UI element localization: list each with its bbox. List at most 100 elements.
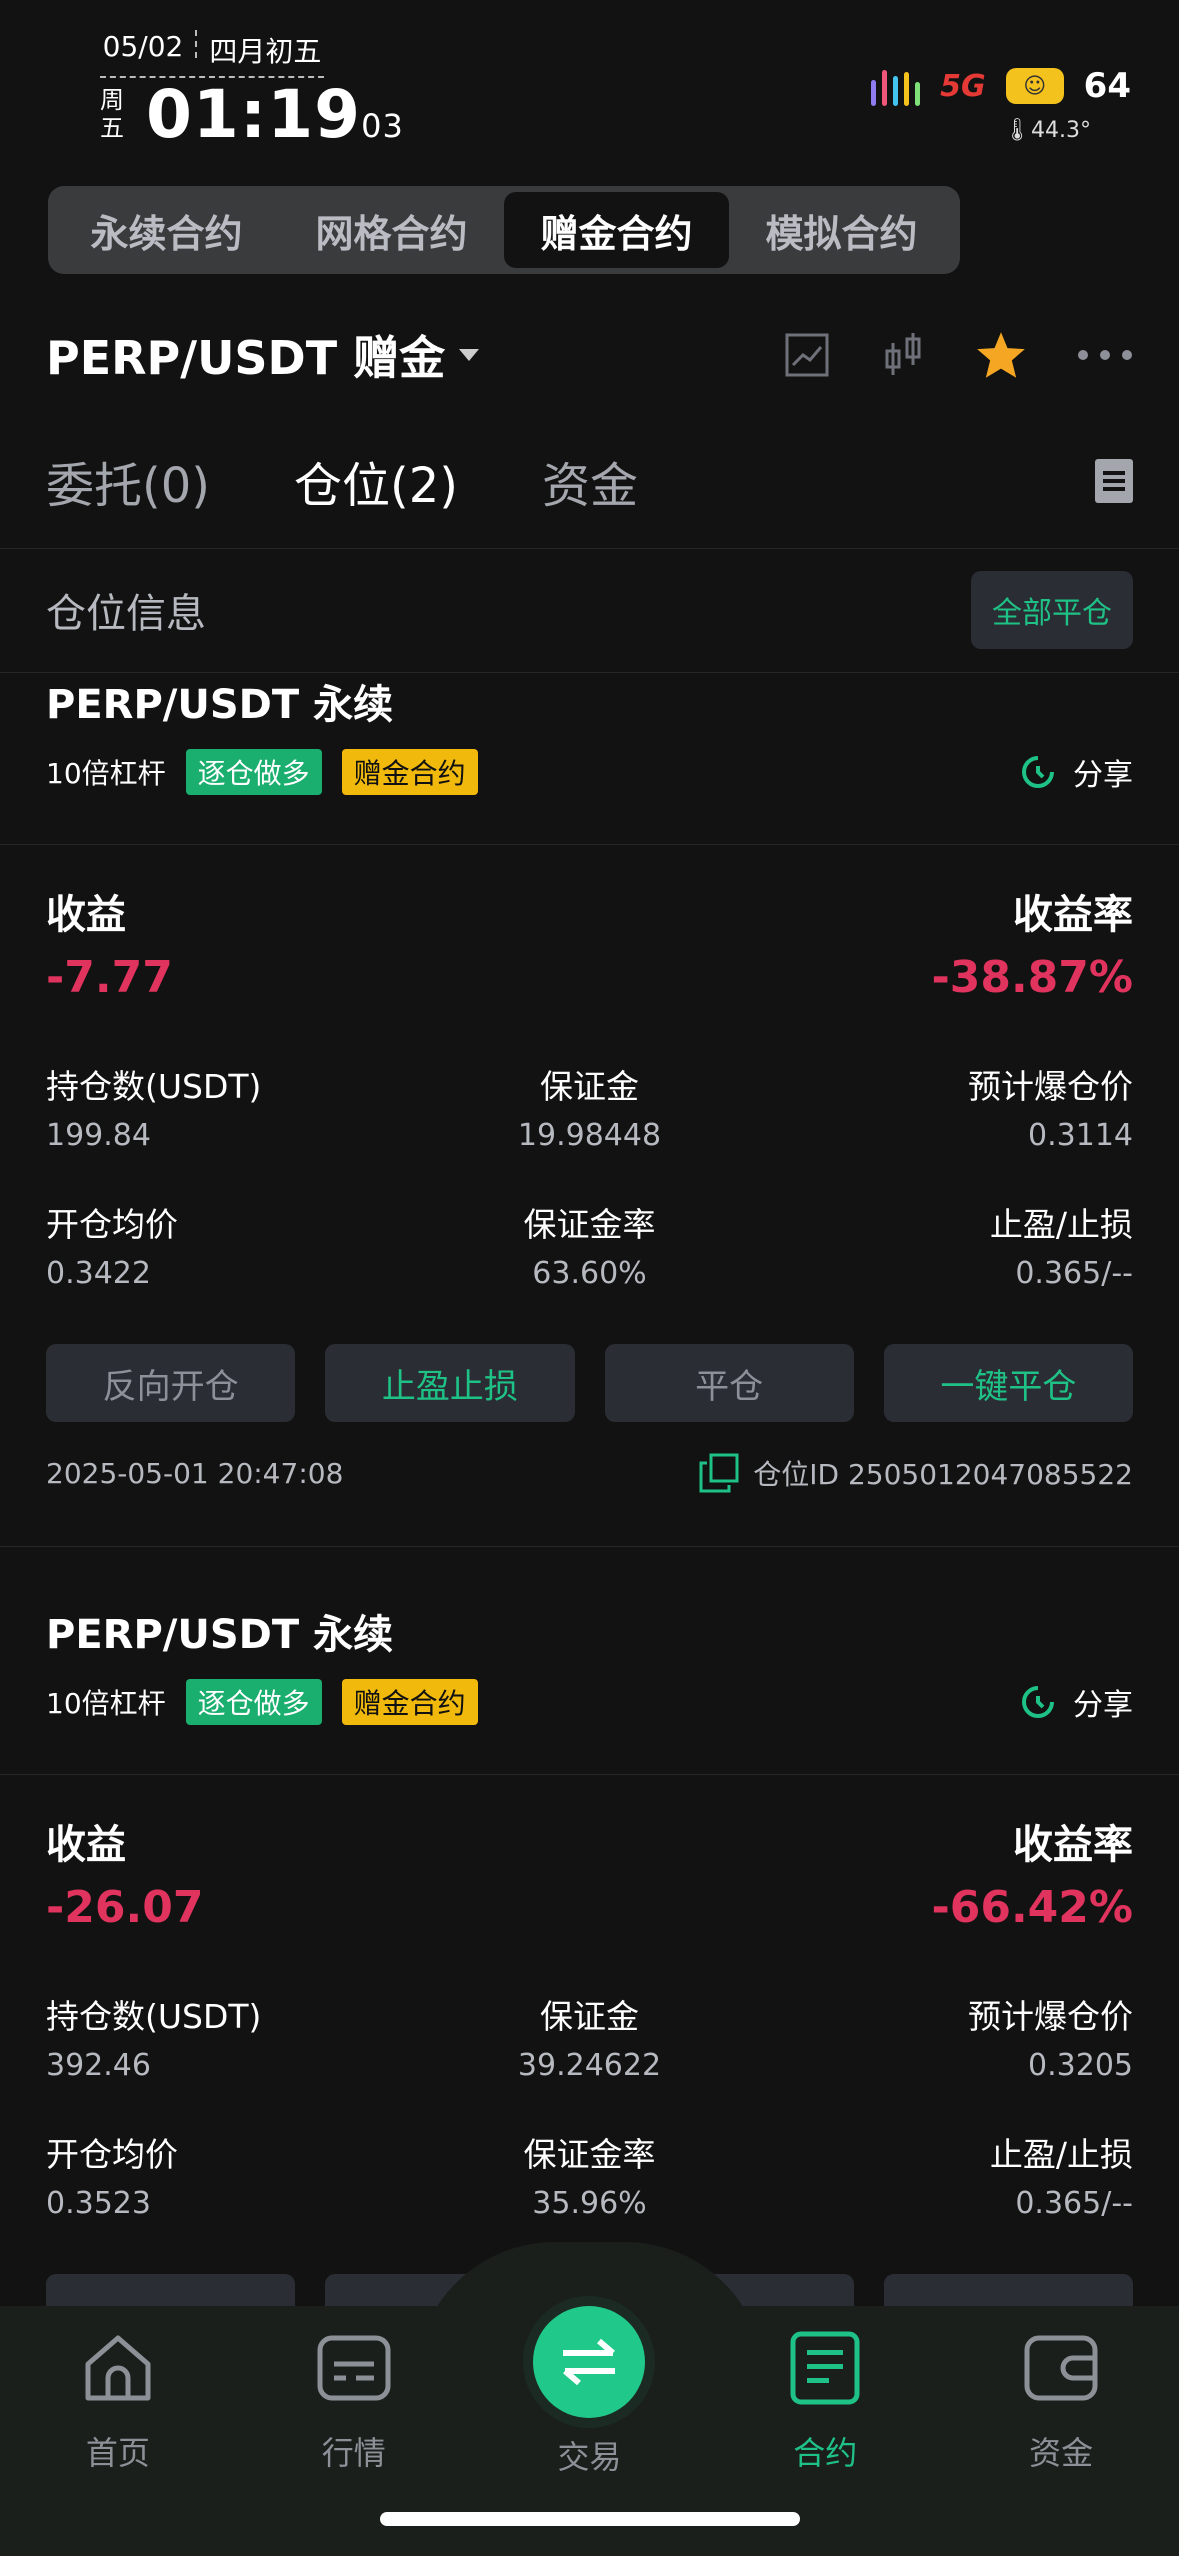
chevron-down-icon[interactable] <box>459 349 480 361</box>
divider <box>0 844 1179 845</box>
nav-market[interactable]: 行情 <box>236 2330 472 2478</box>
leverage-text: 10倍杠杆 <box>46 757 166 790</box>
liquidation-price-label: 预计爆仓价 <box>968 1997 1133 2036</box>
temperature-value: 44.3° <box>1031 118 1091 143</box>
margin-rate-label: 保证金率 <box>523 1205 656 1244</box>
nav-assets[interactable]: 资金 <box>943 2330 1179 2478</box>
nav-trade-label: 交易 <box>557 2438 622 2476</box>
nav-trade[interactable]: 交易 <box>472 2306 708 2478</box>
margin-mode-badge: 逐仓做多 <box>185 749 322 795</box>
pair-title[interactable]: PERP/USDT 赠金 <box>46 322 445 388</box>
contract-type-tabs: 永续合约 网格合约 赠金合约 模拟合约 <box>48 186 960 274</box>
nav-contract[interactable]: 合约 <box>707 2330 943 2478</box>
roi-label: 收益率 <box>1013 1822 1133 1868</box>
tab-grid[interactable]: 网格合约 <box>279 192 504 268</box>
position-id: 仓位ID 2505012047085522 <box>699 1453 1133 1493</box>
entry-price-label: 开仓均价 <box>46 1205 178 1244</box>
share-button[interactable]: 分享 <box>1019 750 1133 794</box>
date-text: 05/02 <box>102 30 184 63</box>
margin-rate-value: 35.96% <box>532 2186 647 2221</box>
roi-label: 收益率 <box>1013 892 1133 938</box>
position-meta: 2025-05-01 20:47:08 仓位ID 250501204708552… <box>46 1450 1133 1496</box>
tpsl-label: 止盈/止损 <box>989 1205 1133 1244</box>
share-button[interactable]: 分享 <box>1019 1680 1133 1724</box>
position-info-header: 仓位信息 全部平仓 <box>46 570 1133 650</box>
pair-actions <box>783 330 1133 380</box>
entry-price-value: 0.3422 <box>46 1256 151 1291</box>
nav-home[interactable]: 首页 <box>0 2330 236 2478</box>
bottom-nav-items: 首页 行情 交易 合约 资金 <box>0 2306 1179 2478</box>
position-stats-row-2: 开仓均价 0.3523 保证金率 35.96% 止盈/止损 0.365/-- <box>46 2128 1133 2221</box>
pnl-value: -7.77 <box>46 952 173 1003</box>
trade-button[interactable] <box>533 2306 646 2418</box>
tpsl-button[interactable]: 止盈止损 <box>325 1344 575 1422</box>
position-stats-row-2: 开仓均价 0.3422 保证金率 63.60% 止盈/止损 0.365/-- <box>46 1198 1133 1291</box>
position-stats-row-1: 持仓数(USDT) 199.84 保证金 19.98448 预计爆仓价 0.3114 <box>46 1060 1133 1153</box>
position-id-text: 仓位ID 2505012047085522 <box>753 1458 1133 1491</box>
position-title: PERP/USDT 永续 <box>46 682 394 728</box>
position-card: PERP/USDT 永续 10倍杠杆 逐仓做多 赠金合约 分享 收益 -26.0… <box>0 1602 1179 2352</box>
margin-label: 保证金 <box>539 1067 639 1106</box>
size-label: 持仓数(USDT) <box>46 1067 262 1106</box>
tab-demo[interactable]: 模拟合约 <box>729 192 954 268</box>
size-value: 199.84 <box>46 1118 151 1153</box>
position-stats-row-1: 持仓数(USDT) 392.46 保证金 39.24622 预计爆仓价 0.3205 <box>46 1990 1133 2083</box>
liquidation-price-value: 0.3114 <box>1028 1118 1133 1153</box>
close-all-button[interactable]: 全部平仓 <box>971 571 1133 649</box>
position-info-label: 仓位信息 <box>46 591 206 637</box>
position-tags: 10倍杠杆 逐仓做多 赠金合约 分享 <box>46 748 1133 796</box>
size-value: 392.46 <box>46 2048 151 2083</box>
tab-funds[interactable]: 资金 <box>542 446 638 516</box>
close-position-button[interactable]: 平仓 <box>604 1344 854 1422</box>
bonus-contract-badge: 赠金合约 <box>341 1679 478 1725</box>
share-label: 分享 <box>1073 1688 1133 1723</box>
position-card: PERP/USDT 永续 10倍杠杆 逐仓做多 赠金合约 分享 收益 -7.77… <box>0 672 1179 1532</box>
order-position-tabs: 委托(0) 仓位(2) 资金 <box>46 446 1133 516</box>
share-icon <box>1022 1686 1054 1718</box>
copy-icon[interactable] <box>699 1453 739 1493</box>
roi-value: -38.87% <box>931 952 1133 1003</box>
nav-assets-label: 资金 <box>1029 2434 1094 2472</box>
divider <box>0 548 1179 549</box>
reverse-open-button[interactable]: 反向开仓 <box>46 1344 296 1422</box>
liquidation-price-value: 0.3205 <box>1028 2048 1133 2083</box>
position-title: PERP/USDT 永续 <box>46 1612 394 1658</box>
size-label: 持仓数(USDT) <box>46 1997 262 2036</box>
temperature-text: 🌡44.3° <box>1003 118 1091 143</box>
margin-mode-badge: 逐仓做多 <box>185 1679 322 1725</box>
star-favorite-icon[interactable] <box>975 330 1027 380</box>
market-icon <box>317 2335 391 2401</box>
network-5g-icon: 5G <box>940 68 986 104</box>
candlestick-icon[interactable] <box>881 331 925 379</box>
more-options-icon[interactable] <box>1077 349 1133 361</box>
document-list-icon[interactable] <box>1095 459 1133 503</box>
quick-close-button[interactable]: 一键平仓 <box>883 1344 1133 1422</box>
nav-market-label: 行情 <box>321 2434 386 2472</box>
tab-positions[interactable]: 仓位(2) <box>294 446 458 516</box>
pnl-value: -26.07 <box>46 1882 204 1933</box>
tpsl-label: 止盈/止损 <box>989 2135 1133 2174</box>
notification-dots-icon <box>871 66 921 106</box>
battery-level: 64 <box>1083 66 1131 106</box>
clock-seconds: 03 <box>361 107 404 145</box>
clock-time: 01:19 <box>146 76 362 153</box>
swap-arrows-icon <box>563 2338 616 2386</box>
pair-header: PERP/USDT 赠金 <box>46 320 1133 390</box>
contract-icon <box>790 2331 860 2405</box>
divider <box>0 1546 1179 1547</box>
pnl-label: 收益 <box>46 1822 126 1868</box>
tab-bonus[interactable]: 赠金合约 <box>504 192 729 268</box>
position-actions: 反向开仓 止盈止损 平仓 一键平仓 <box>46 1344 1133 1422</box>
tab-orders[interactable]: 委托(0) <box>46 446 210 516</box>
pnl-row: 收益 -7.77 收益率 -38.87% <box>46 882 1133 1003</box>
nav-home-label: 首页 <box>85 2434 150 2472</box>
margin-rate-value: 63.60% <box>532 1256 647 1291</box>
home-indicator[interactable] <box>380 2512 800 2526</box>
share-icon <box>1022 756 1054 788</box>
liquidation-price-label: 预计爆仓价 <box>968 1067 1133 1106</box>
line-chart-icon[interactable] <box>783 331 831 379</box>
tab-perpetual[interactable]: 永续合约 <box>54 192 279 268</box>
margin-value: 39.24622 <box>517 2048 662 2083</box>
position-tags: 10倍杠杆 逐仓做多 赠金合约 分享 <box>46 1678 1133 1726</box>
margin-rate-label: 保证金率 <box>523 2135 656 2174</box>
